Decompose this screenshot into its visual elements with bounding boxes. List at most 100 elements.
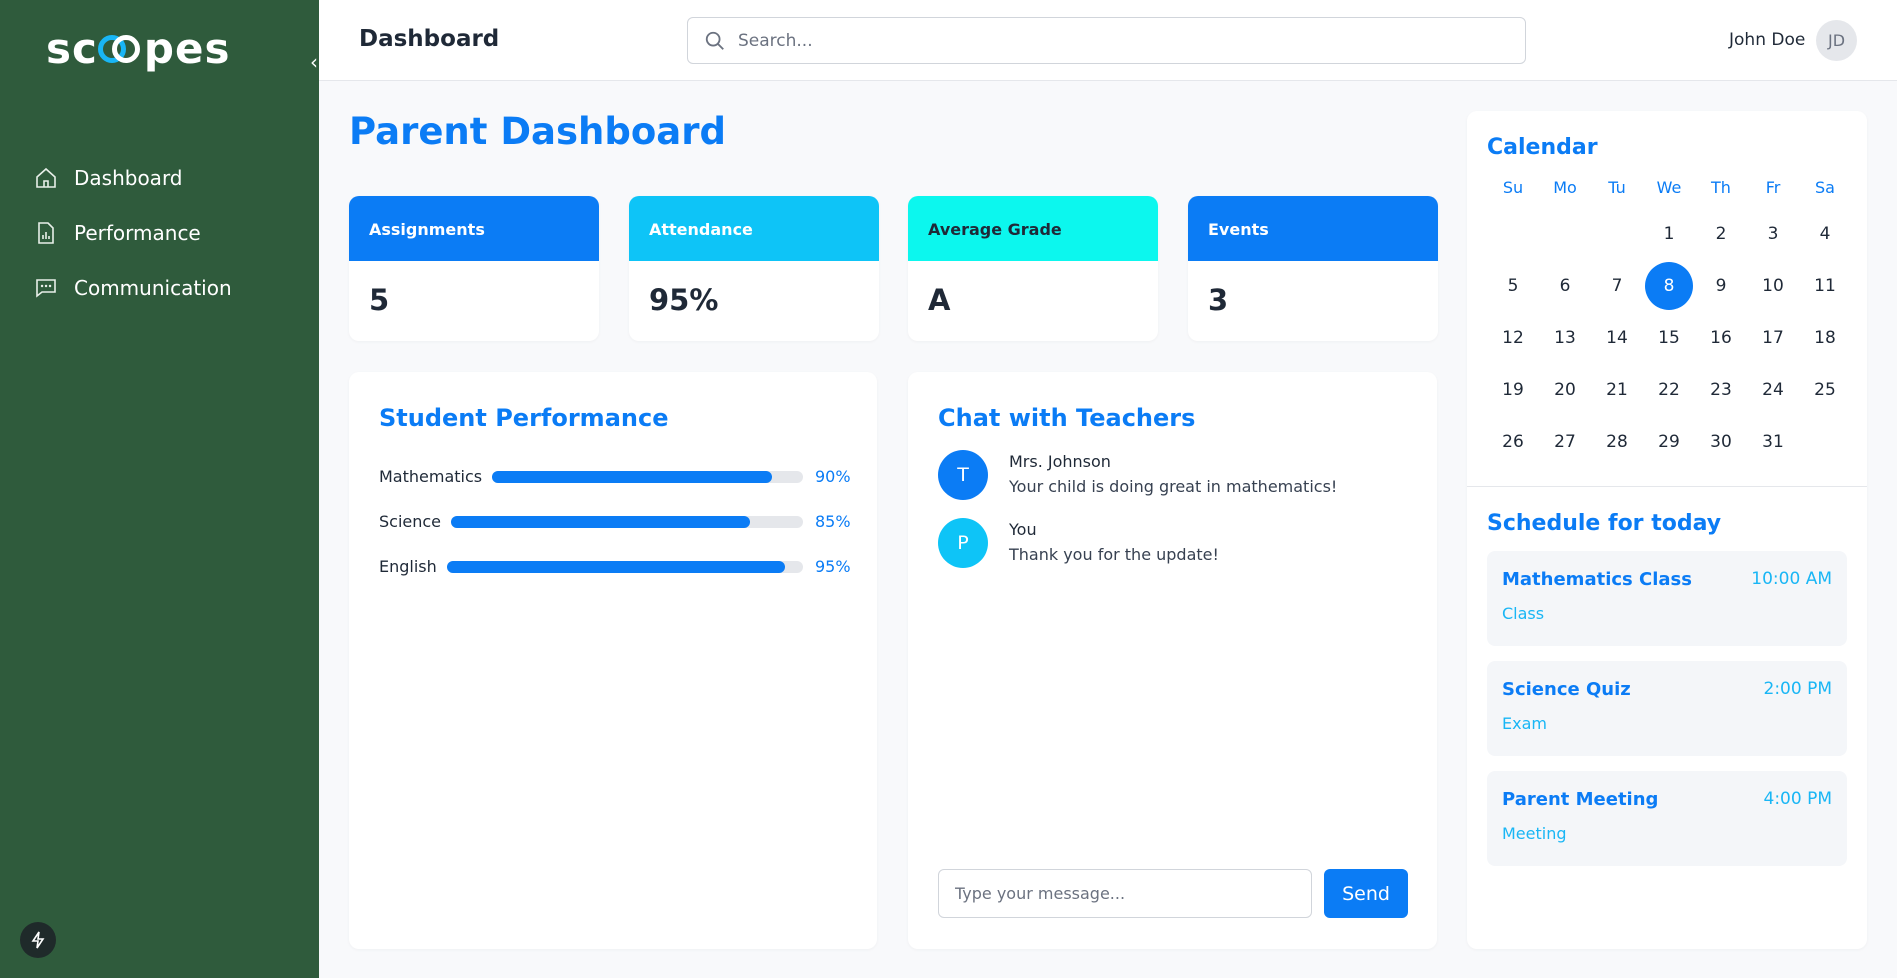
sidebar-item-label: Communication [74,275,232,300]
sidebar-item-performance[interactable]: Performance [34,205,232,260]
calendar-day[interactable]: 29 [1643,416,1695,468]
calendar-day[interactable]: 16 [1695,312,1747,364]
calendar-day[interactable]: 31 [1747,416,1799,468]
calendar-day[interactable]: 12 [1487,312,1539,364]
schedule-item[interactable]: Science Quiz 2:00 PM Exam [1487,661,1847,756]
calendar-day[interactable]: 17 [1747,312,1799,364]
bolt-icon [31,931,45,949]
subject-percent: 85% [815,512,851,531]
chat-card: Chat with Teachers T Mrs. Johnson Your c… [908,372,1437,949]
message-input[interactable] [938,869,1312,918]
schedule-item-type: Meeting [1502,824,1567,843]
performance-row-english: English 95% [379,544,851,589]
calendar-day[interactable]: 24 [1747,364,1799,416]
header-title: Dashboard [359,26,500,52]
schedule-item-time: 4:00 PM [1763,789,1833,809]
page-title: Parent Dashboard [349,110,726,153]
weekday-label: Tu [1608,178,1626,197]
weekday-label: Th [1711,178,1731,197]
calendar-day[interactable]: 9 [1695,260,1747,312]
calendar-day[interactable]: 15 [1643,312,1695,364]
calendar-blank [1591,208,1643,260]
calendar-day[interactable]: 26 [1487,416,1539,468]
stat-label: Assignments [349,196,599,261]
schedule-item-time: 2:00 PM [1763,679,1833,699]
search-icon [705,31,724,50]
schedule-item-time: 10:00 AM [1751,569,1832,589]
chart-file-icon [38,221,54,244]
sidebar-item-dashboard[interactable]: Dashboard [34,150,232,205]
calendar-day[interactable]: 2 [1695,208,1747,260]
performance-row-mathematics: Mathematics 90% [379,454,851,499]
top-header: Dashboard John Doe JD [319,0,1897,81]
stat-label: Average Grade [908,196,1158,261]
logo-mark-icon [97,31,144,67]
sidebar-item-label: Dashboard [74,165,183,190]
stat-card-assignments[interactable]: Assignments 5 [349,196,599,341]
subject-percent: 90% [815,467,851,486]
calendar-day[interactable]: 10 [1747,260,1799,312]
stat-value: A [928,283,951,317]
calendar-blank [1487,208,1539,260]
calendar-day[interactable]: 13 [1539,312,1591,364]
avatar[interactable]: JD [1816,20,1857,61]
calendar-day[interactable]: 21 [1591,364,1643,416]
student-performance-card: Student Performance Mathematics 90% Scie… [349,372,877,949]
calendar-day[interactable]: 28 [1591,416,1643,468]
calendar-day[interactable]: 18 [1799,312,1851,364]
weekday-label: Mo [1553,178,1577,197]
calendar-day[interactable]: 14 [1591,312,1643,364]
calendar-day[interactable]: 27 [1539,416,1591,468]
message-sender: Mrs. Johnson [1009,452,1111,471]
progress-fill [492,470,772,483]
calendar-day[interactable]: 19 [1487,364,1539,416]
schedule-item-type: Class [1502,604,1545,623]
chat-messages: T Mrs. Johnson Your child is doing great… [938,450,1407,568]
schedule-item-type: Exam [1502,714,1547,733]
user-name[interactable]: John Doe [1729,30,1805,50]
stat-label: Events [1188,196,1438,261]
progress-fill [451,515,751,528]
stat-card-average-grade[interactable]: Average Grade A [908,196,1158,341]
message-avatar: P [938,518,988,568]
search-box[interactable] [687,17,1526,64]
calendar-day[interactable]: 11 [1799,260,1851,312]
search-input[interactable] [738,30,1498,51]
scopes-logo[interactable]: sc pes [46,24,230,73]
message-avatar: T [938,450,988,500]
collapse-sidebar-icon[interactable]: ‹ [310,50,318,74]
schedule-item[interactable]: Mathematics Class 10:00 AM Class [1487,551,1847,646]
calendar-day[interactable]: 6 [1539,260,1591,312]
calendar-day[interactable]: 30 [1695,416,1747,468]
calendar-day[interactable]: 20 [1539,364,1591,416]
calendar-day[interactable]: 22 [1643,364,1695,416]
calendar-day[interactable]: 5 [1487,260,1539,312]
stat-label: Attendance [629,196,879,261]
send-button[interactable]: Send [1324,869,1408,918]
schedule-item[interactable]: Parent Meeting 4:00 PM Meeting [1487,771,1847,866]
progress-bar [451,515,803,528]
stat-card-events[interactable]: Events 3 [1188,196,1438,341]
chat-message: P You Thank you for the update! [938,518,1407,568]
subject-name: English [379,557,437,576]
chat-title: Chat with Teachers [938,404,1196,432]
calendar-day[interactable]: 1 [1643,208,1695,260]
calendar-day[interactable]: 23 [1695,364,1747,416]
calendar-blank [1539,208,1591,260]
weekday-label: We [1656,178,1682,197]
weekday-label: Su [1502,178,1524,197]
sidebar: sc pes ‹ Dashboard Performance Communicat… [0,0,319,978]
calendar-day[interactable]: 7 [1591,260,1643,312]
calendar-day[interactable]: 25 [1799,364,1851,416]
subject-name: Mathematics [379,467,483,486]
message-text: Thank you for the update! [1009,545,1219,564]
calendar-day[interactable]: 4 [1799,208,1851,260]
performance-row-science: Science 85% [379,499,851,544]
calendar-day-selected[interactable]: 8 [1643,260,1695,312]
stat-value: 3 [1208,283,1229,317]
bolt-button[interactable] [20,922,56,958]
stat-card-attendance[interactable]: Attendance 95% [629,196,879,341]
performance-title: Student Performance [379,404,669,432]
calendar-day[interactable]: 3 [1747,208,1799,260]
sidebar-item-communication[interactable]: Communication [34,260,232,315]
